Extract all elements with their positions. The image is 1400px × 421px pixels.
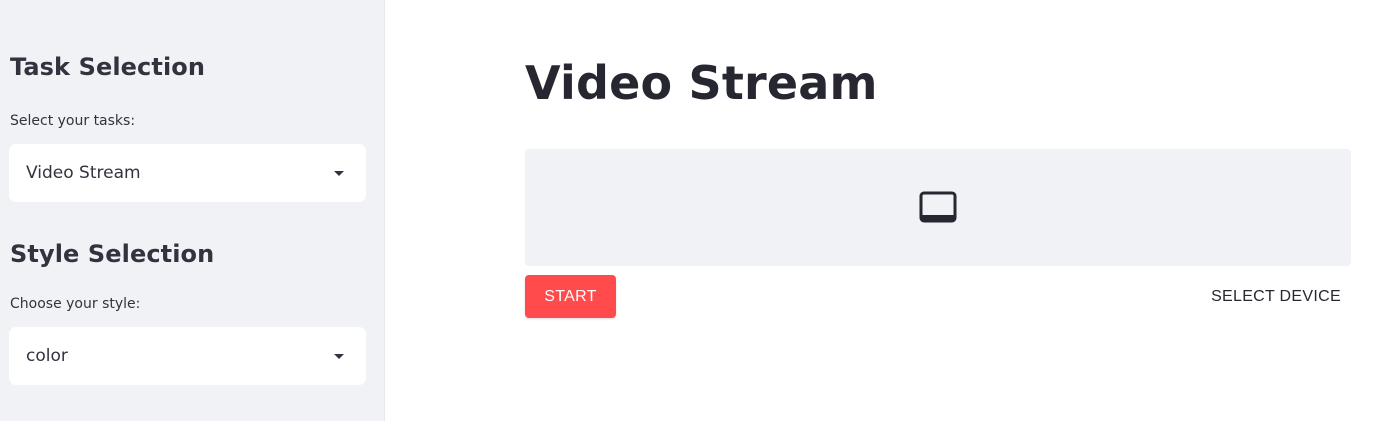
page-title: Video Stream — [525, 56, 878, 110]
caret-down-icon — [334, 171, 344, 176]
select-device-button[interactable]: SELECT DEVICE — [1200, 275, 1352, 318]
sidebar: Task Selection Select your tasks: Video … — [0, 0, 385, 421]
task-select-value: Video Stream — [26, 163, 141, 183]
style-select-value: color — [26, 346, 68, 366]
app-root: Task Selection Select your tasks: Video … — [0, 0, 1400, 421]
monitor-icon — [919, 191, 957, 222]
task-select[interactable]: Video Stream — [9, 144, 366, 202]
style-selection-heading: Style Selection — [10, 240, 215, 268]
task-select-label: Select your tasks: — [10, 113, 136, 129]
style-select-label: Choose your style: — [10, 296, 141, 312]
video-stream-frame — [525, 149, 1351, 266]
style-select[interactable]: color — [9, 327, 366, 385]
start-button[interactable]: START — [525, 275, 616, 318]
task-selection-heading: Task Selection — [10, 53, 206, 81]
caret-down-icon — [334, 354, 344, 359]
